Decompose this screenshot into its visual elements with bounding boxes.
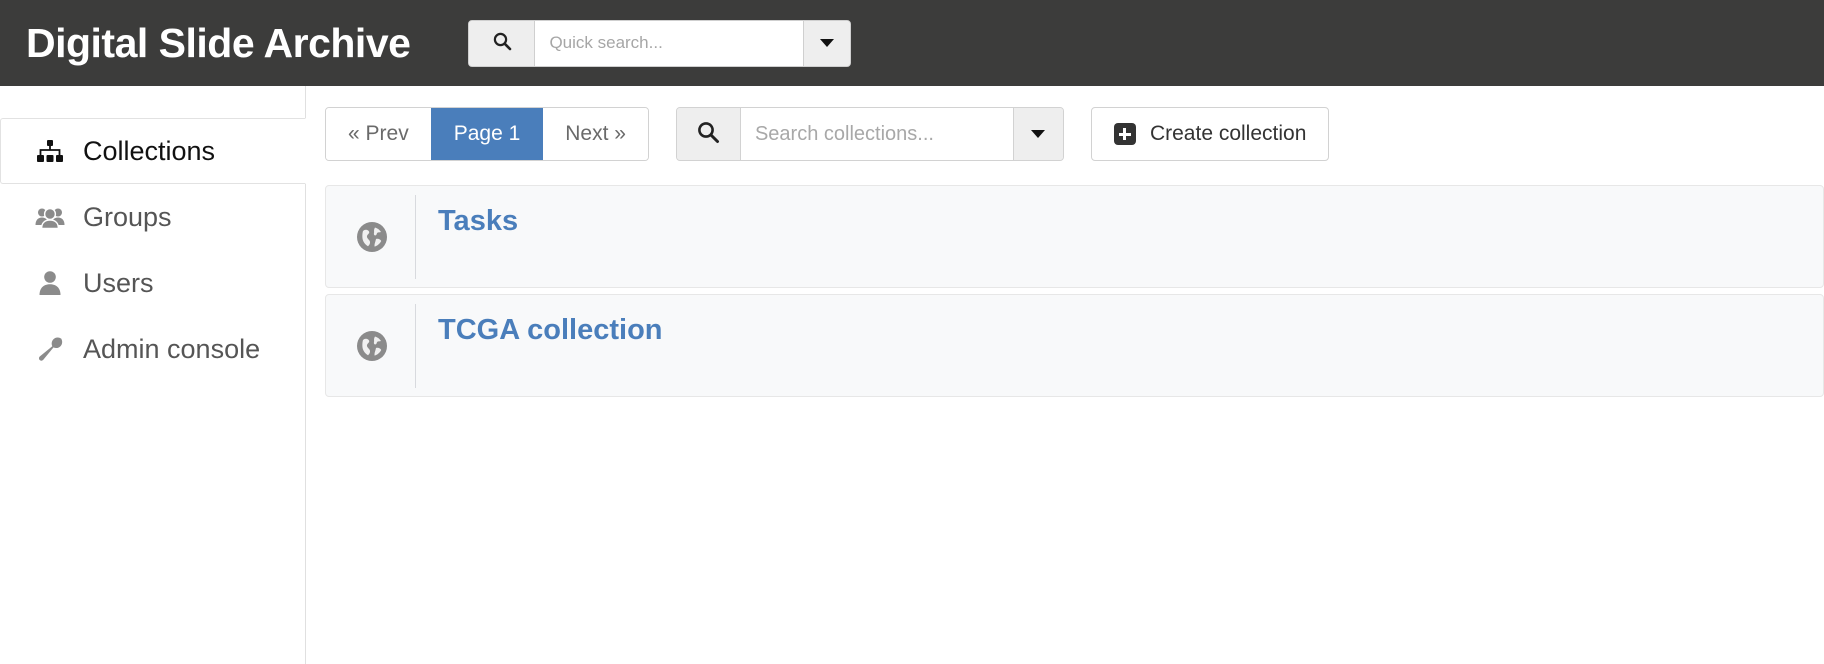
quick-search-dropdown-button[interactable] [803,20,851,66]
chevron-down-icon [820,39,835,47]
quick-search-group [468,19,852,67]
list-item-divider [415,194,416,279]
chevron-down-icon [1031,130,1046,138]
sidebar-item-admin-console[interactable]: Admin console [0,316,305,382]
users-group-icon [35,203,65,231]
collection-search-dropdown-button[interactable] [1012,108,1063,160]
collections-toolbar: « Prev Page 1 Next » Create collection [307,86,1824,161]
list-item[interactable]: TCGA collection [325,294,1824,397]
main-content: « Prev Page 1 Next » Create collection [307,86,1824,664]
create-collection-button[interactable]: Create collection [1090,107,1330,161]
collection-search-input[interactable] [740,108,1013,160]
sidebar-item-label: Users [83,267,154,298]
wrench-icon [35,335,65,363]
sidebar: Collections Groups Users Admin console [0,86,306,664]
quick-search-submit-button[interactable] [469,20,536,66]
sidebar-item-label: Groups [83,201,172,232]
plus-square-icon [1113,123,1136,145]
sidebar-item-label: Admin console [83,333,261,364]
search-icon [492,31,512,56]
globe-icon [352,329,392,363]
prev-page-button[interactable]: « Prev [326,108,431,160]
list-item[interactable]: Tasks [325,185,1824,288]
current-page-indicator[interactable]: Page 1 [430,108,544,160]
sidebar-item-label: Collections [83,135,216,166]
collection-link[interactable]: TCGA collection [438,316,663,345]
collection-search-submit-button[interactable] [676,108,741,160]
sitemap-icon [35,137,65,165]
collections-list: Tasks TCGA collection [307,185,1824,397]
sidebar-item-users[interactable]: Users [0,250,305,316]
quick-search-input[interactable] [535,20,804,66]
list-item-divider [415,303,416,388]
app-header: Digital Slide Archive [0,0,1824,86]
collection-link[interactable]: Tasks [438,207,518,236]
sidebar-item-collections[interactable]: Collections [0,118,306,184]
collection-search-group [675,107,1064,161]
app-title: Digital Slide Archive [26,19,411,66]
user-icon [35,269,65,297]
globe-icon [352,220,392,254]
next-page-button[interactable]: Next » [543,108,648,160]
create-collection-label: Create collection [1149,122,1307,145]
sidebar-item-groups[interactable]: Groups [0,184,305,250]
search-icon [696,120,720,149]
pagination: « Prev Page 1 Next » [325,107,649,161]
